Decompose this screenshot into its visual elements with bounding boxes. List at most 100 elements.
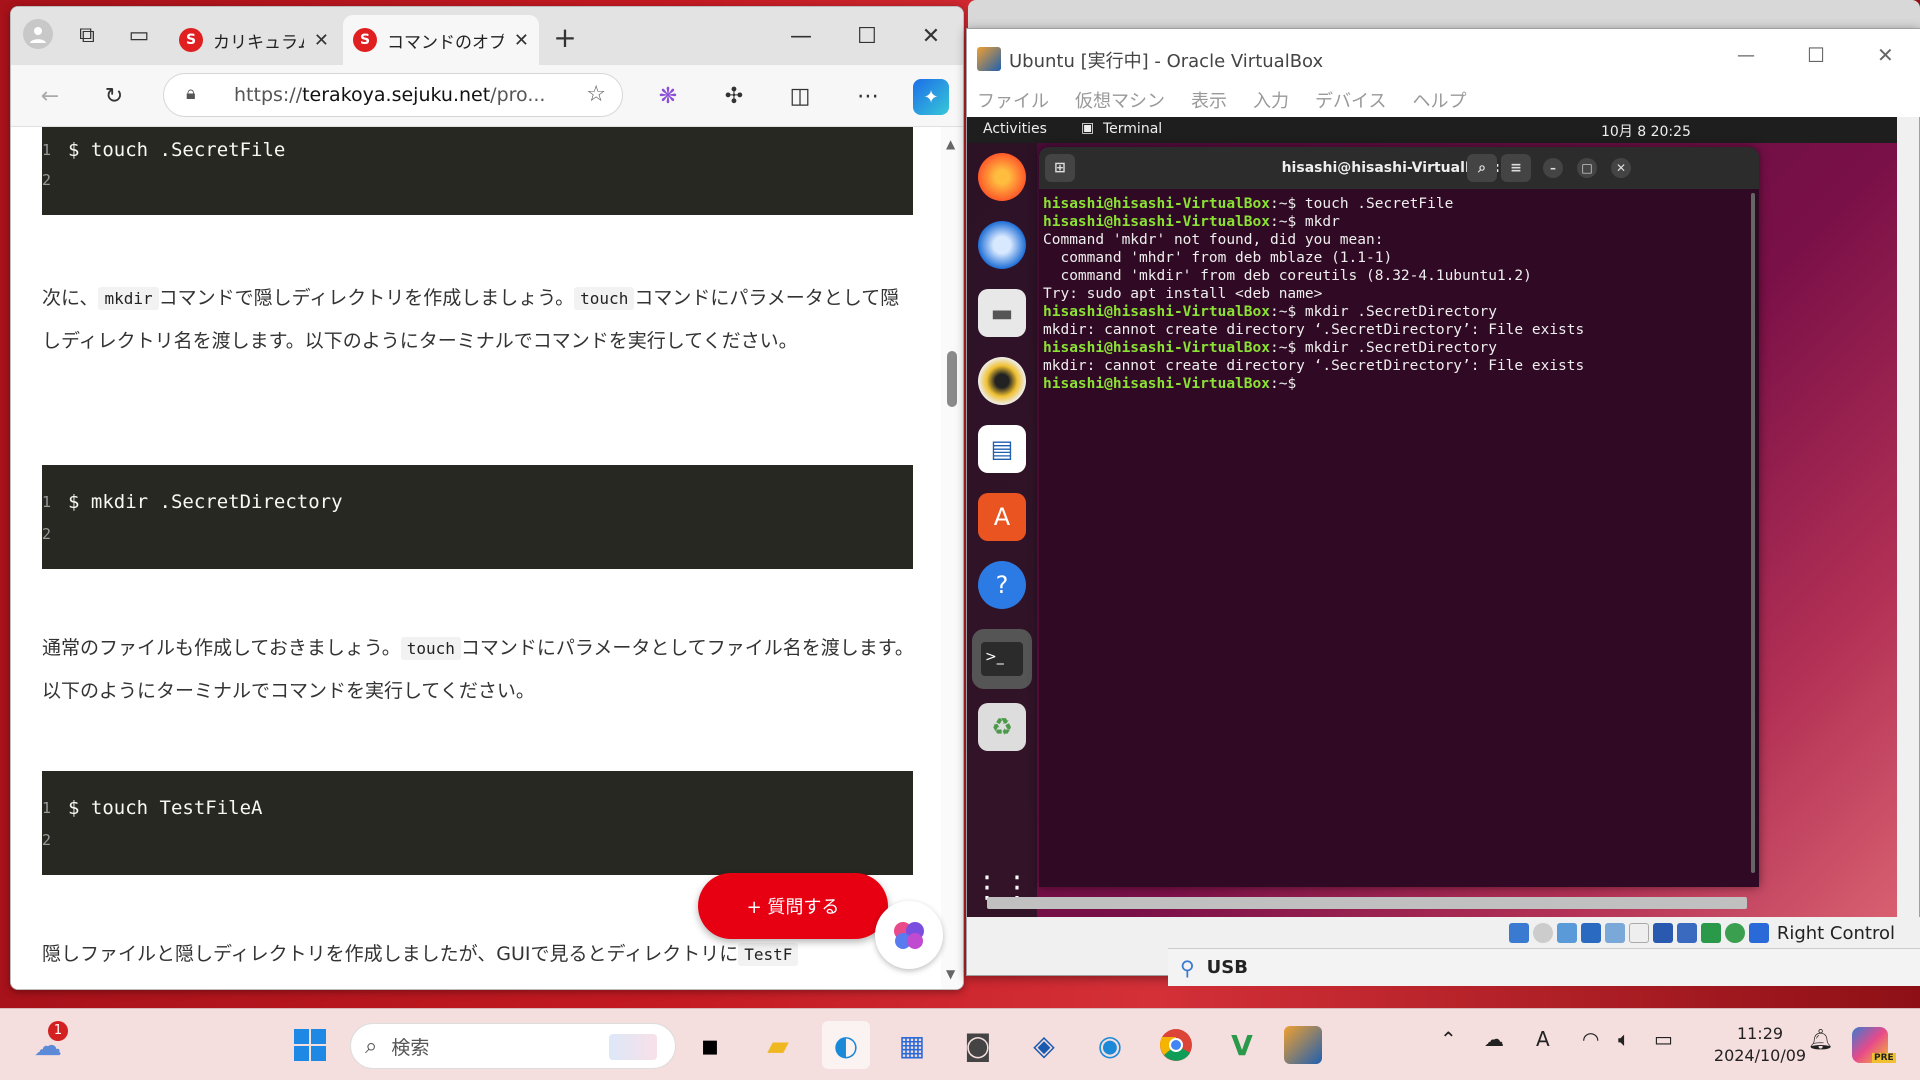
menu-devices[interactable]: デバイス — [1315, 87, 1386, 113]
app-menu-terminal[interactable]: Terminal — [1103, 121, 1162, 137]
page-scrollbar[interactable]: ▲ ▼ — [941, 127, 963, 989]
file-explorer-icon[interactable]: ▰ — [754, 1021, 802, 1069]
app-circle-icon[interactable]: ◉ — [1086, 1021, 1134, 1069]
usb-icon[interactable] — [1604, 923, 1625, 943]
ask-question-button[interactable]: + 質問する — [698, 873, 888, 939]
close-tab-icon[interactable]: ✕ — [314, 30, 329, 51]
new-tab-icon[interactable]: + — [549, 21, 581, 54]
terminal-dock-icon[interactable]: >_ — [972, 629, 1032, 689]
virtualbox-titlebar: Ubuntu [実行中] - Oracle VirtualBox — ☐ ✕ — [967, 29, 1920, 91]
app-center-icon[interactable]: A — [978, 493, 1026, 541]
tab-command-options[interactable]: S コマンドのオプション ✕ — [343, 15, 539, 65]
minimize-icon[interactable]: – — [1543, 158, 1563, 178]
minimize-icon[interactable]: — — [1737, 45, 1755, 66]
close-window-icon[interactable]: ✕ — [911, 21, 951, 51]
usb-notification-bar[interactable]: ⚲ USB — [1168, 948, 1920, 986]
chrome-icon[interactable] — [1152, 1021, 1200, 1069]
recording-icon[interactable] — [1676, 923, 1697, 943]
menu-machine[interactable]: 仮想マシン — [1075, 87, 1165, 113]
address-bar[interactable]: 🔒︎ https://terakoya.sejuku.net/pro... ☆ — [163, 73, 623, 117]
more-options-icon[interactable]: ⋯ — [851, 79, 885, 113]
virtualbox-app-icon — [977, 47, 1001, 71]
terminal-line: hisashi@hisashi-VirtualBox:~$ touch .Sec… — [1043, 195, 1759, 213]
ai-assistant-brain-icon[interactable] — [875, 901, 943, 969]
trash-icon[interactable]: ♻ — [978, 703, 1026, 751]
tab-curriculum[interactable]: S カリキュラム | プロ ✕ — [169, 15, 339, 65]
camera-app-icon[interactable]: ◙ — [954, 1021, 1002, 1069]
cpu-icon[interactable] — [1700, 923, 1721, 943]
taskbar-search-box[interactable]: ⌕ 検索 — [350, 1023, 676, 1069]
split-screen-icon[interactable]: ◫ — [783, 79, 817, 113]
refresh-icon[interactable]: ↻ — [97, 79, 131, 113]
guest-display[interactable]: Activities ▣ Terminal 10月 8 20:25 ▬ ▤ A … — [967, 117, 1897, 917]
rhythmbox-icon[interactable] — [978, 357, 1026, 405]
guest-horizontal-scrollbar[interactable] — [987, 897, 1747, 909]
audio-icon[interactable] — [1556, 923, 1577, 943]
terminal-scrollbar[interactable] — [1751, 193, 1755, 873]
code-block-mkdir-secretdirectory: 1 2 $ mkdir .SecretDirectory — [42, 465, 913, 569]
ime-indicator[interactable]: A — [1536, 1027, 1550, 1051]
collections-icon[interactable]: ⧉ — [71, 19, 103, 51]
taskbar-clock[interactable]: 11:29 2024/10/09 — [1700, 1023, 1820, 1067]
shared-folders-icon[interactable] — [1628, 923, 1649, 943]
volume-icon[interactable]: 🔈︎ — [1618, 1027, 1630, 1051]
display-icon[interactable] — [1652, 923, 1673, 943]
favorite-star-icon[interactable]: ☆ — [586, 82, 606, 107]
copilot-brain-icon[interactable]: ❋ — [651, 79, 685, 113]
close-icon[interactable]: ✕ — [1611, 158, 1631, 178]
start-windows-icon[interactable] — [286, 1021, 334, 1069]
terminal-output[interactable]: hisashi@hisashi-VirtualBox:~$ touch .Sec… — [1043, 195, 1759, 393]
close-window-icon[interactable]: ✕ — [1877, 43, 1894, 67]
terminal-line: Command 'mkdr' not found, did you mean: — [1043, 231, 1759, 249]
libreoffice-writer-icon[interactable]: ▤ — [978, 425, 1026, 473]
notification-bell-icon[interactable]: 🔔︎ — [1808, 1027, 1833, 1051]
files-icon[interactable]: ▬ — [978, 289, 1026, 337]
clock[interactable]: 10月 8 20:25 — [1601, 121, 1691, 141]
optical-drive-icon[interactable] — [1532, 923, 1553, 943]
terminal-text: mkdir .SecretDirectory — [1296, 340, 1497, 356]
menu-help[interactable]: ヘルプ — [1412, 87, 1466, 113]
show-hidden-icons[interactable]: ⌃ — [1440, 1027, 1457, 1051]
hamburger-menu-icon[interactable]: ≡ — [1501, 154, 1531, 182]
maximize-icon[interactable]: ☐ — [847, 21, 887, 51]
scroll-thumb[interactable] — [947, 351, 957, 407]
help-icon[interactable]: ? — [978, 561, 1026, 609]
extensions-icon[interactable]: ✣ — [717, 79, 751, 113]
edge-taskbar-icon[interactable]: ◐ — [822, 1021, 870, 1069]
terminal-text: command 'mkdir' from deb coreutils (8.32… — [1043, 268, 1532, 284]
onedrive-error-icon[interactable]: ☁ — [1484, 1027, 1504, 1051]
search-icon[interactable]: ⌕ — [1467, 154, 1497, 182]
lock-icon[interactable]: 🔒︎ — [186, 83, 196, 104]
maximize-icon[interactable]: □ — [1577, 158, 1597, 178]
terminal-window[interactable]: ⊞ hisashi@hisashi-VirtualBox: ~ ⌕ ≡ – □ … — [1039, 147, 1759, 887]
app-compass-icon[interactable]: ◈ — [1020, 1021, 1068, 1069]
paragraph-gui-check: 隠しファイルと隠しディレクトリを作成しましたが、GUIで見るとディレクトリに Te… — [42, 933, 872, 976]
menu-file[interactable]: ファイル — [977, 87, 1049, 113]
mouse-integration-icon[interactable] — [1724, 923, 1745, 943]
battery-icon[interactable]: ▭ — [1654, 1027, 1673, 1051]
vertical-tabs-icon[interactable]: ▭ — [123, 19, 155, 51]
minimize-icon[interactable]: — — [781, 21, 821, 51]
new-tab-icon[interactable]: ⊞ — [1045, 154, 1075, 182]
copilot-icon[interactable]: ✦ — [913, 79, 949, 115]
activities-button[interactable]: Activities — [983, 121, 1047, 137]
keyboard-capture-icon[interactable] — [1748, 923, 1769, 943]
visual-studio-icon[interactable]: V — [1218, 1021, 1266, 1069]
hard-disk-icon[interactable] — [1508, 923, 1529, 943]
task-view-icon[interactable]: ▪ — [686, 1021, 734, 1069]
thunderbird-icon[interactable] — [978, 221, 1026, 269]
microsoft-store-icon[interactable]: ▦ — [888, 1021, 936, 1069]
wifi-icon[interactable]: ◠ — [1582, 1027, 1599, 1051]
profile-icon[interactable] — [23, 19, 53, 49]
close-tab-icon[interactable]: ✕ — [514, 30, 529, 51]
menu-view[interactable]: 表示 — [1191, 87, 1227, 113]
virtualbox-taskbar-icon[interactable] — [1284, 1026, 1322, 1064]
firefox-icon[interactable] — [978, 153, 1026, 201]
network-icon[interactable] — [1580, 923, 1601, 943]
scroll-down-icon[interactable]: ▼ — [946, 967, 955, 981]
maximize-icon[interactable]: ☐ — [1807, 43, 1825, 67]
line-number: 1 — [42, 141, 52, 159]
menu-input[interactable]: 入力 — [1253, 87, 1289, 113]
back-icon[interactable]: ← — [33, 79, 67, 113]
scroll-up-icon[interactable]: ▲ — [946, 137, 955, 151]
